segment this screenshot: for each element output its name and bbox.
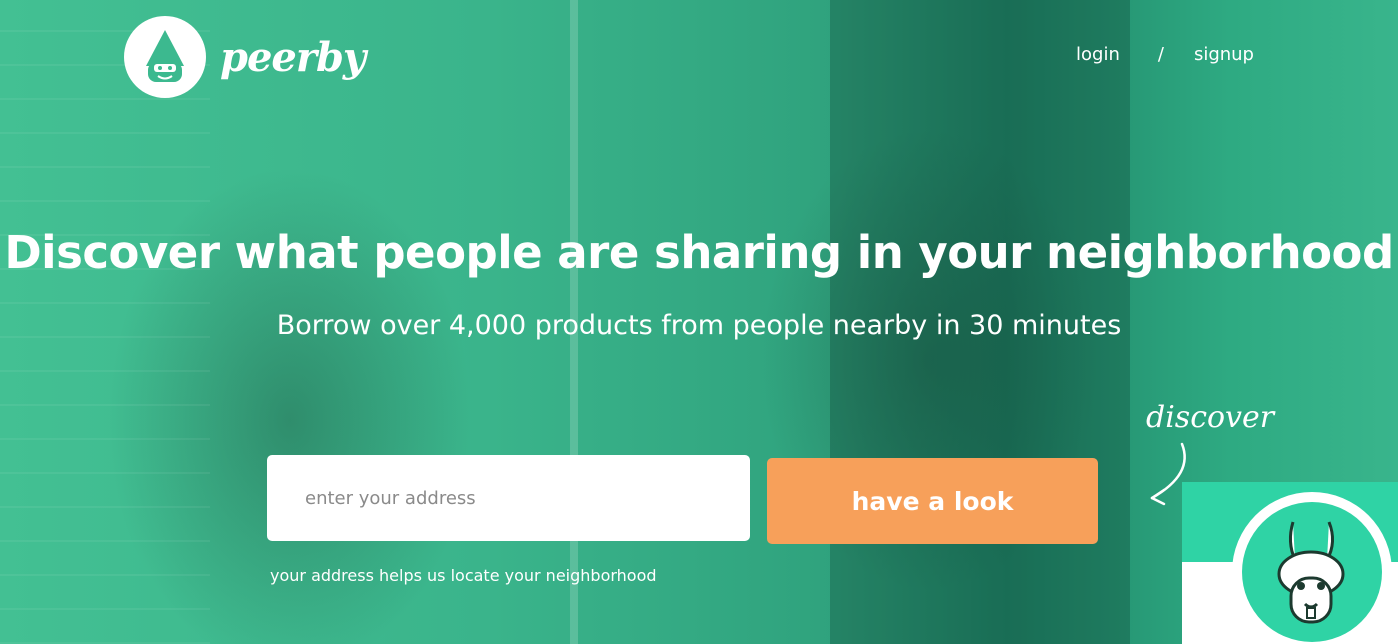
top-nav: login / signup [1076,44,1254,65]
signup-link[interactable]: signup [1194,44,1254,65]
address-input[interactable] [267,455,750,541]
discover-note: discover [1146,400,1275,435]
nav-separator: / [1157,44,1164,65]
have-a-look-button[interactable]: have a look [767,458,1098,544]
llama-chat-widget[interactable] [1182,482,1398,644]
brand-name: peerby [220,33,366,81]
gnome-face-icon [124,16,206,98]
widget-badge [1232,492,1392,644]
peerby-logo[interactable]: peerby [124,16,366,98]
hero-headline: Discover what people are sharing in your… [4,226,1394,279]
llama-icon [1242,502,1382,642]
login-link[interactable]: login [1076,44,1120,65]
hero-subline: Borrow over 4,000 products from people n… [276,310,1122,341]
address-helper-text: your address helps us locate your neighb… [270,566,657,585]
